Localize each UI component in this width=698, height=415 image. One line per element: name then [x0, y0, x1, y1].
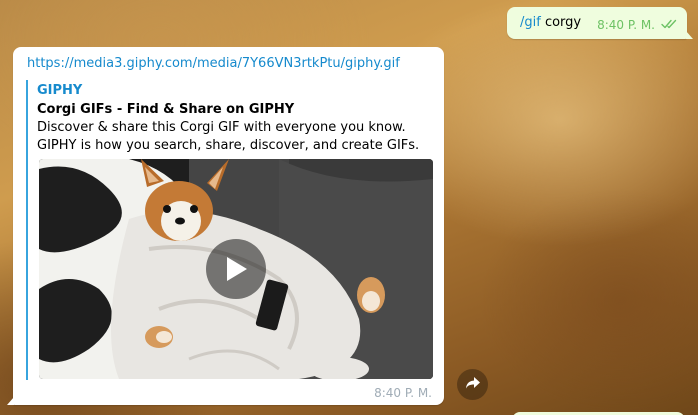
gif-media[interactable] — [39, 159, 433, 379]
forward-icon — [465, 375, 481, 394]
message-time: 8:40 P. M. — [374, 386, 432, 400]
preview-title: Corgi GIFs - Find & Share on GIPHY — [37, 102, 295, 117]
preview-description: Discover & share this Corgi GIF with eve… — [37, 120, 420, 153]
preview-site-name: GIPHY — [37, 83, 83, 98]
play-button[interactable] — [206, 239, 266, 299]
outgoing-message-bubble[interactable]: /gif corgy 8:40 P. M. — [507, 7, 693, 39]
bot-command[interactable]: /gif — [520, 15, 541, 30]
forward-button[interactable] — [457, 369, 488, 400]
incoming-message-bubble[interactable]: https://media3.giphy.com/media/7Y66VN3rt… — [7, 47, 444, 405]
message-text: corgy — [540, 15, 582, 30]
bubble-tail — [686, 31, 693, 39]
play-icon — [224, 256, 248, 282]
bubble-tail — [7, 397, 14, 405]
message-time: 8:40 P. M. — [597, 18, 655, 32]
message-link[interactable]: https://media3.giphy.com/media/7Y66VN3rt… — [27, 55, 400, 72]
double-check-icon — [661, 17, 677, 33]
link-preview[interactable]: GIPHY Corgi GIFs - Find & Share on GIPHY… — [26, 80, 433, 380]
message-meta: 8:40 P. M. — [597, 17, 677, 33]
